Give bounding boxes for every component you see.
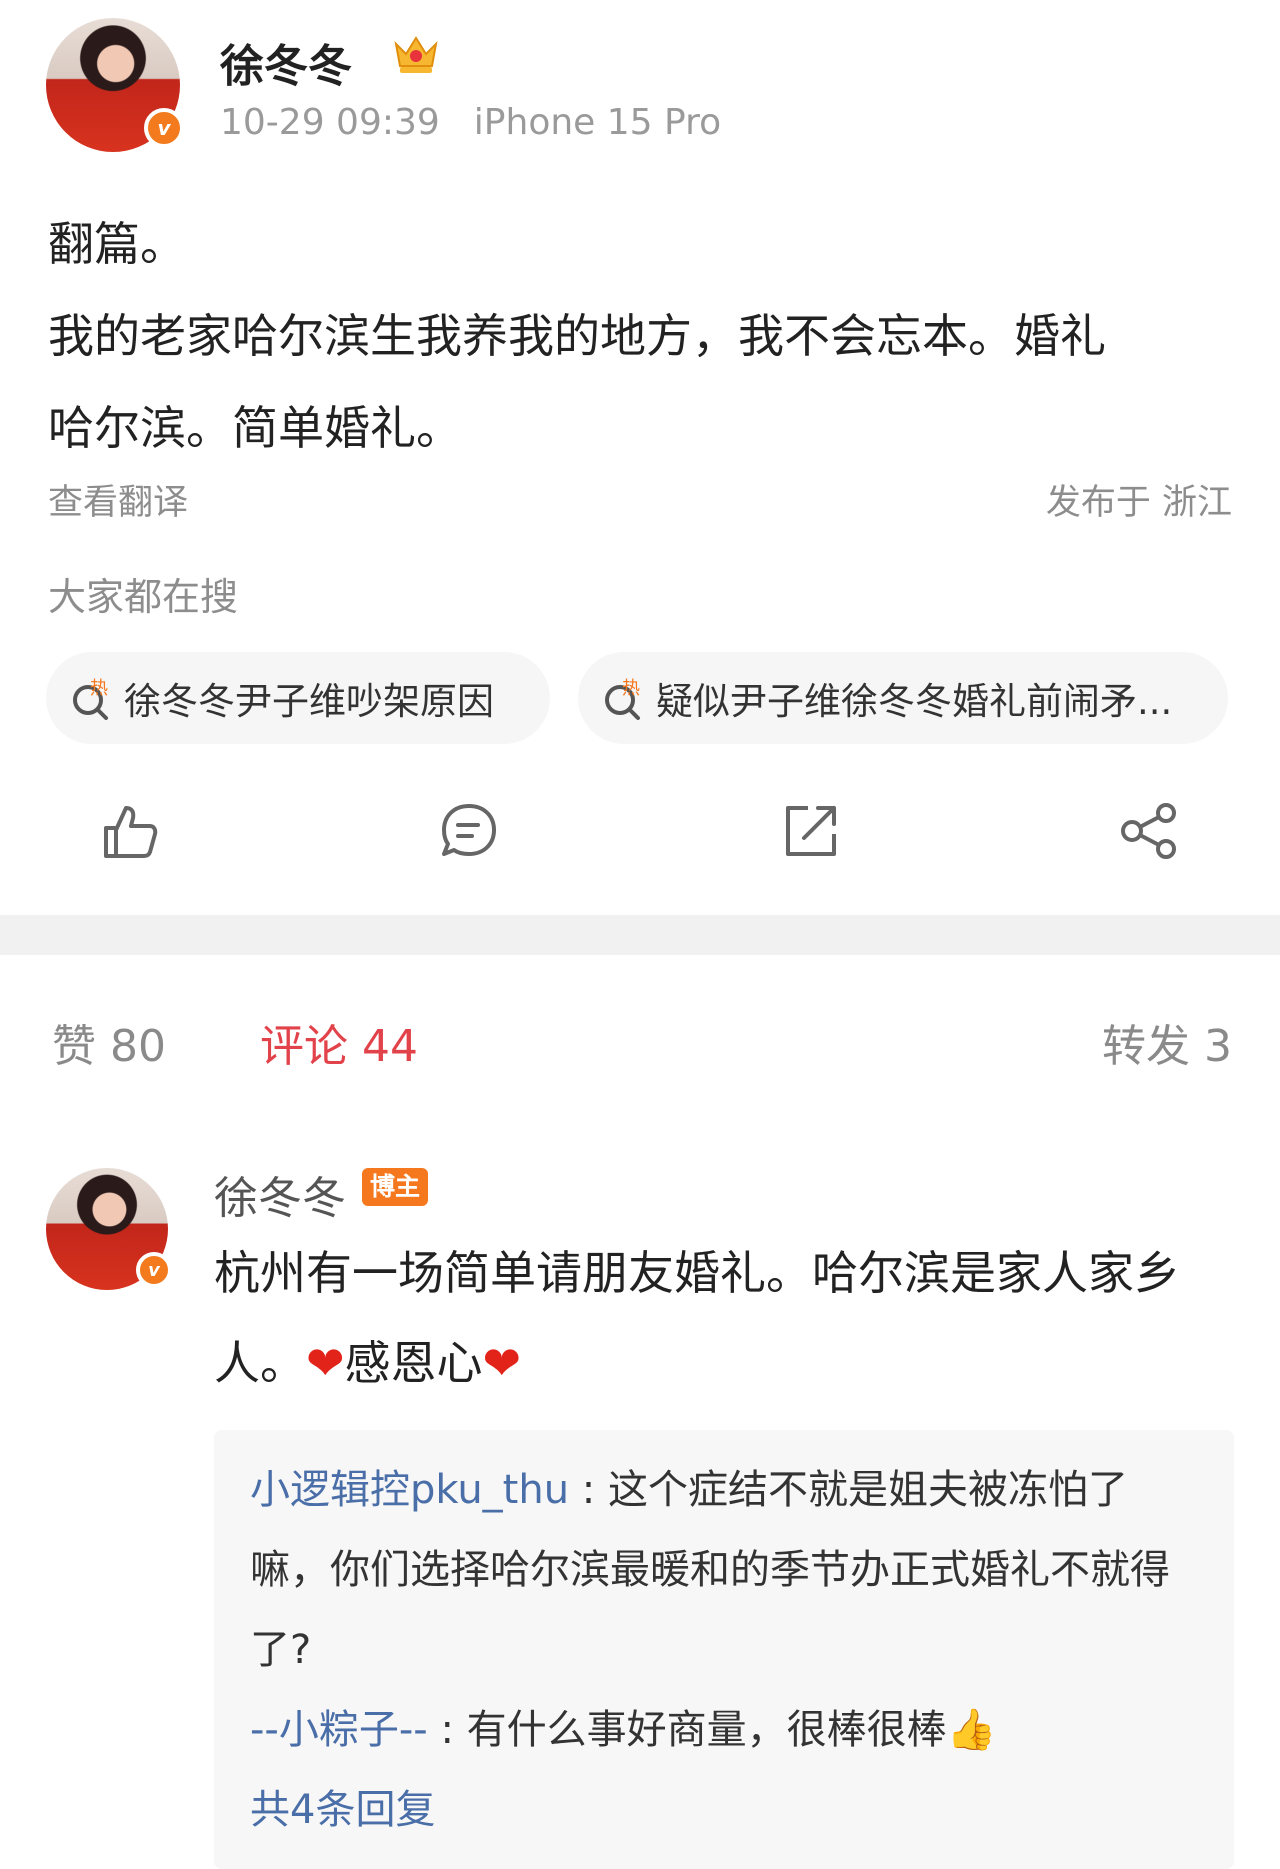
svg-text:热: 热: [90, 678, 108, 699]
trending-chip-label: 徐冬冬尹子维吵架原因: [124, 680, 494, 723]
post-body: 翻篇。 我的老家哈尔滨生我养我的地方，我不会忘本。婚礼 哈尔滨。简单婚礼。: [48, 198, 1238, 474]
comment-text: 杭州有一场简单请朋友婚礼。哈尔滨是家人家乡人。❤感恩心❤: [214, 1228, 1234, 1408]
comment-text-part: 杭州有一场简单请朋友婚礼。哈尔滨是家人家: [214, 1246, 1134, 1300]
reply-item[interactable]: --小粽子-- : 有什么事好商量，很棒很棒👍: [250, 1690, 1198, 1770]
reply-separator: :: [569, 1467, 608, 1513]
post-text-line: 我的老家哈尔滨生我养我的地方，我不会忘本。婚礼: [48, 309, 1106, 363]
repost-icon[interactable]: [780, 800, 842, 862]
author-avatar[interactable]: v: [46, 18, 184, 152]
reply-item[interactable]: 小逻辑控pku_thu : 这个症结不就是姐夫被冻怕了嘛，你们选择哈尔滨最暖和的…: [250, 1450, 1198, 1690]
trending-chip[interactable]: 热 徐冬冬尹子维吵架原因: [46, 652, 550, 744]
crown-icon[interactable]: [390, 30, 442, 76]
verified-badge-icon: v: [144, 108, 184, 148]
post-text-line: 翻篇。: [48, 217, 186, 271]
reply-user[interactable]: 小逻辑控pku_thu: [250, 1467, 569, 1513]
reply-separator: :: [427, 1707, 467, 1753]
reply-text: 有什么事好商量，很棒很棒: [466, 1707, 947, 1753]
blogger-tag: 博主: [362, 1168, 429, 1206]
svg-text:热: 热: [622, 678, 640, 699]
hot-search-icon: 热: [73, 678, 108, 720]
comment-author-name[interactable]: 徐冬冬: [214, 1162, 346, 1226]
trending-chip-label: 疑似尹子维徐冬冬婚礼前闹矛...: [656, 680, 1173, 723]
post-author-name[interactable]: 徐冬冬: [220, 30, 352, 94]
comment-author-avatar[interactable]: v: [46, 1168, 172, 1290]
section-divider: [0, 915, 1280, 955]
tab-comments[interactable]: 评论 44: [260, 1010, 418, 1074]
post-time: 10-29 09:39: [220, 102, 440, 143]
heart-icon: ❤: [306, 1336, 345, 1390]
translate-link[interactable]: 查看翻译: [48, 474, 188, 525]
comment-icon[interactable]: [438, 800, 500, 862]
reply-box[interactable]: 小逻辑控pku_thu : 这个症结不就是姐夫被冻怕了嘛，你们选择哈尔滨最暖和的…: [214, 1430, 1234, 1869]
reply-user[interactable]: --小粽子--: [250, 1707, 428, 1753]
thumbs-up-icon: 👍: [946, 1707, 997, 1753]
comment-text-part: 感恩心: [344, 1336, 483, 1390]
hot-search-icon: 热: [605, 678, 640, 720]
post-meta: 10-29 09:39 iPhone 15 Pro: [220, 102, 721, 143]
post-location: 发布于 浙江: [1045, 483, 1232, 523]
share-icon[interactable]: [1118, 800, 1180, 862]
reply-count-link[interactable]: 共4条回复: [250, 1770, 1198, 1850]
tab-likes[interactable]: 赞 80: [52, 1010, 166, 1074]
trending-label: 大家都在搜: [48, 575, 239, 619]
post-text-line: 哈尔滨。简单婚礼。: [48, 401, 462, 455]
post-device: iPhone 15 Pro: [473, 102, 722, 143]
verified-badge-icon: v: [136, 1252, 172, 1288]
heart-icon: ❤: [482, 1336, 522, 1390]
trending-chip[interactable]: 热 疑似尹子维徐冬冬婚礼前闹矛...: [578, 652, 1228, 744]
like-icon[interactable]: [98, 800, 160, 862]
tab-reposts[interactable]: 转发 3: [1102, 1010, 1232, 1074]
